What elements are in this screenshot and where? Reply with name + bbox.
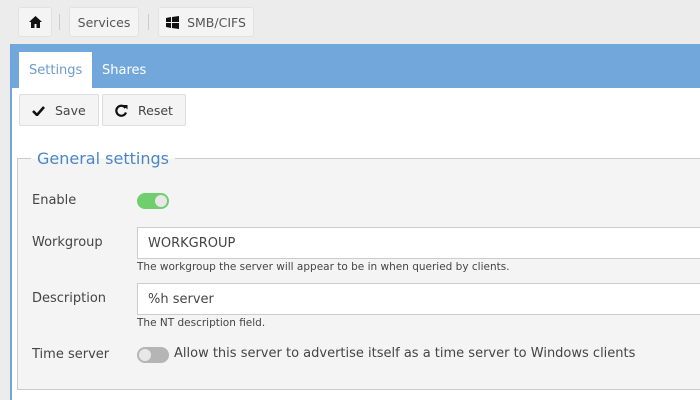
timeserver-label: Time server <box>32 347 110 362</box>
general-settings-fieldset: General settings Enable Workgroup WORKGR… <box>17 149 700 390</box>
description-help: The NT description field. <box>137 317 266 329</box>
save-label: Save <box>55 102 86 118</box>
breadcrumb-smb-label: SMB/CIFS <box>187 14 246 30</box>
enable-toggle[interactable] <box>137 193 169 209</box>
tab-settings[interactable]: Settings <box>19 52 93 88</box>
tab-shares[interactable]: Shares <box>92 52 156 88</box>
breadcrumb-home[interactable] <box>18 7 52 37</box>
description-label: Description <box>32 291 107 306</box>
workgroup-help: The workgroup the server will appear to … <box>137 261 510 273</box>
breadcrumb-services[interactable]: Services <box>69 7 139 37</box>
tab-bar: Settings Shares <box>12 44 700 88</box>
breadcrumb-services-label: Services <box>77 14 131 30</box>
breadcrumb-separator <box>59 14 60 30</box>
save-button[interactable]: Save <box>19 94 99 126</box>
home-icon <box>28 16 42 28</box>
reset-button[interactable]: Reset <box>102 94 186 126</box>
workgroup-input[interactable]: WORKGROUP <box>137 227 700 259</box>
workgroup-label: Workgroup <box>32 235 103 250</box>
timeserver-toggle[interactable] <box>137 347 169 363</box>
enable-label: Enable <box>32 193 77 208</box>
breadcrumb-smb[interactable]: SMB/CIFS <box>158 7 254 37</box>
description-input[interactable]: %h server <box>137 283 700 315</box>
timeserver-text: Allow this server to advertise itself as… <box>174 346 636 361</box>
windows-icon <box>166 15 180 29</box>
refresh-icon <box>115 104 128 117</box>
reset-label: Reset <box>138 102 173 118</box>
check-icon <box>32 105 45 116</box>
settings-panel: Settings Shares Save Reset General setti… <box>12 44 700 400</box>
general-settings-legend: General settings <box>31 149 175 168</box>
breadcrumb-separator <box>148 14 149 30</box>
